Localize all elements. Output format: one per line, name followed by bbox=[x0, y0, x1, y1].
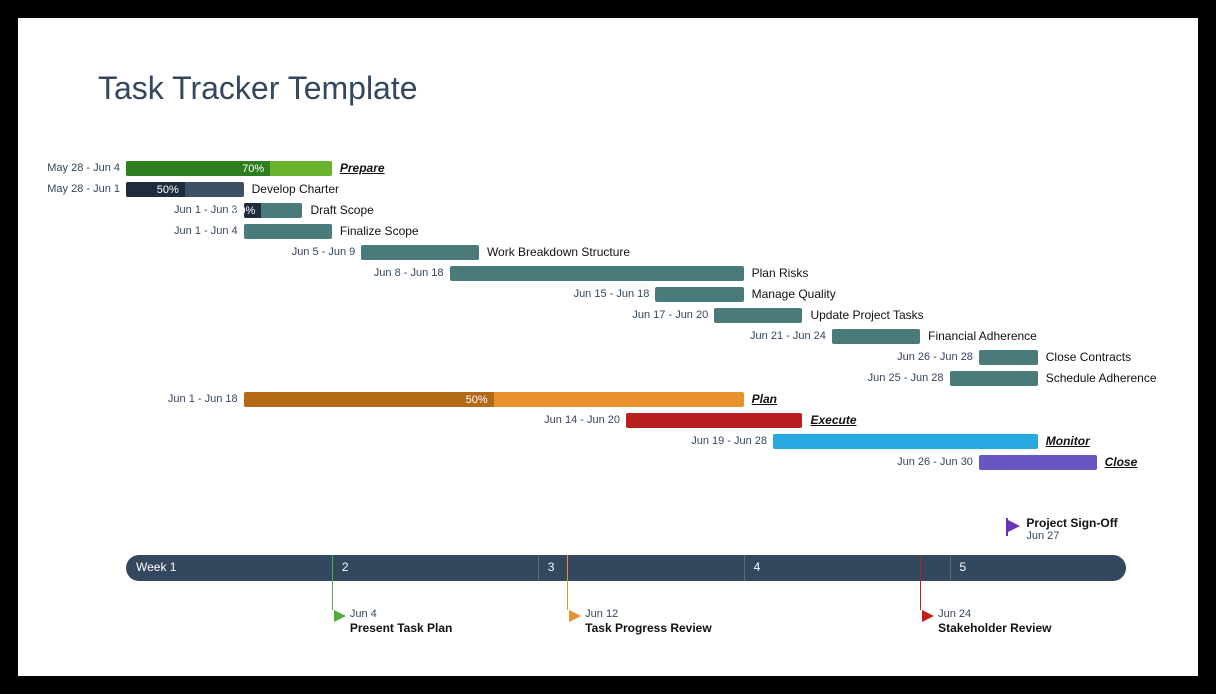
task-date-label: Jun 19 - Jun 28 bbox=[677, 435, 767, 447]
task-bar[interactable] bbox=[450, 266, 744, 281]
task-bar[interactable] bbox=[655, 287, 743, 302]
task-name-label: Schedule Adherence bbox=[1046, 371, 1157, 385]
task-name-label: Close bbox=[1105, 455, 1138, 469]
task-date-label: Jun 26 - Jun 30 bbox=[883, 456, 973, 468]
task-name-label: Draft Scope bbox=[310, 203, 373, 217]
task-date-label: Jun 1 - Jun 4 bbox=[148, 225, 238, 237]
task-date-label: May 28 - Jun 1 bbox=[30, 183, 120, 195]
task-progress: 50% bbox=[126, 182, 185, 197]
task-name-label: Prepare bbox=[340, 161, 385, 175]
task-progress: 50% bbox=[244, 392, 494, 407]
task-bar[interactable] bbox=[244, 224, 332, 239]
timeline-tick bbox=[950, 555, 951, 581]
milestone-label: Present Task Plan bbox=[350, 621, 453, 635]
task-date-label: May 28 - Jun 4 bbox=[30, 162, 120, 174]
task-date-label: Jun 15 - Jun 18 bbox=[559, 288, 649, 300]
task-name-label: Execute bbox=[810, 413, 856, 427]
task-name-label: Work Breakdown Structure bbox=[487, 245, 630, 259]
task-name-label: Plan bbox=[752, 392, 777, 406]
gantt-chart: May 28 - Jun 470%PrepareMay 28 - Jun 150… bbox=[68, 158, 1148, 638]
task-bar[interactable] bbox=[361, 245, 479, 260]
task-row: Jun 17 - Jun 20 Update Project Tasks bbox=[68, 305, 1148, 326]
task-name-label: Finalize Scope bbox=[340, 224, 419, 238]
flag-icon bbox=[1008, 520, 1020, 532]
task-bar[interactable] bbox=[626, 413, 802, 428]
task-row: Jun 8 - Jun 18 Plan Risks bbox=[68, 263, 1148, 284]
task-row: Jun 5 - Jun 9 Work Breakdown Structure bbox=[68, 242, 1148, 263]
task-row: Jun 1 - Jun 3 30% Draft Scope bbox=[68, 200, 1148, 221]
milestone-top[interactable]: Project Sign-OffJun 27 bbox=[1008, 520, 1020, 532]
task-name-label: Plan Risks bbox=[752, 266, 809, 280]
task-name-label: Close Contracts bbox=[1046, 350, 1131, 364]
timeline-week-label: 5 bbox=[960, 560, 967, 574]
task-progress: 30% bbox=[244, 203, 262, 218]
task-date-label: Jun 1 - Jun 3 bbox=[148, 204, 238, 216]
milestone-date: Jun 27 bbox=[1026, 530, 1059, 542]
milestone-date: Jun 4 bbox=[350, 608, 377, 620]
task-row: Jun 19 - Jun 28 Monitor bbox=[68, 431, 1148, 452]
milestone-label: Stakeholder Review bbox=[938, 621, 1051, 635]
milestone-label: Project Sign-Off bbox=[1026, 516, 1117, 530]
task-row: Jun 25 - Jun 28Schedule Adherence bbox=[68, 368, 1148, 389]
task-progress: 70% bbox=[126, 161, 270, 176]
task-row: May 28 - Jun 150%Develop Charter bbox=[68, 179, 1148, 200]
task-date-label: Jun 26 - Jun 28 bbox=[883, 351, 973, 363]
task-name-label: Monitor bbox=[1046, 434, 1090, 448]
flag-icon bbox=[922, 610, 934, 622]
task-bar[interactable] bbox=[773, 434, 1038, 449]
flag-icon bbox=[569, 610, 581, 622]
task-bar[interactable] bbox=[979, 455, 1097, 470]
task-row: Jun 21 - Jun 24 Financial Adherence bbox=[68, 326, 1148, 347]
task-date-label: Jun 14 - Jun 20 bbox=[530, 414, 620, 426]
timeline-week-label: 3 bbox=[548, 560, 555, 574]
task-date-label: Jun 25 - Jun 28 bbox=[854, 372, 944, 384]
milestone-label: Task Progress Review bbox=[585, 621, 712, 635]
task-date-label: Jun 8 - Jun 18 bbox=[354, 267, 444, 279]
task-row: Jun 15 - Jun 18 Manage Quality bbox=[68, 284, 1148, 305]
page-title: Task Tracker Template bbox=[98, 70, 418, 107]
timeline-tick bbox=[744, 555, 745, 581]
task-name-label: Financial Adherence bbox=[928, 329, 1037, 343]
timeline-tick bbox=[538, 555, 539, 581]
task-date-label: Jun 17 - Jun 20 bbox=[618, 309, 708, 321]
task-date-label: Jun 5 - Jun 9 bbox=[265, 246, 355, 258]
task-row: Jun 1 - Jun 4 Finalize Scope bbox=[68, 221, 1148, 242]
page: Task Tracker Template May 28 - Jun 4 70% P… bbox=[18, 18, 1198, 676]
milestone-date: Jun 12 bbox=[585, 608, 618, 620]
task-bar[interactable] bbox=[950, 371, 1038, 386]
task-row: Jun 26 - Jun 30 Close bbox=[68, 452, 1148, 473]
task-row: Jun 1 - Jun 18 50% Plan bbox=[68, 389, 1148, 410]
task-name-label: Develop Charter bbox=[252, 182, 339, 196]
milestone-date: Jun 24 bbox=[938, 608, 971, 620]
task-row: Jun 26 - Jun 28 Close Contracts bbox=[68, 347, 1148, 368]
task-bar[interactable] bbox=[979, 350, 1038, 365]
task-name-label: Update Project Tasks bbox=[810, 308, 923, 322]
timeline-week-label: Week 1 bbox=[136, 560, 176, 574]
timeline-axis: Week 1 2 3 4 5 bbox=[126, 555, 1126, 581]
task-bar[interactable] bbox=[832, 329, 920, 344]
task-bar[interactable] bbox=[714, 308, 802, 323]
task-row: Jun 14 - Jun 20 Execute bbox=[68, 410, 1148, 431]
task-date-label: Jun 21 - Jun 24 bbox=[736, 330, 826, 342]
timeline-week-label: 2 bbox=[342, 560, 349, 574]
task-row: May 28 - Jun 470%Prepare bbox=[68, 158, 1148, 179]
task-date-label: Jun 1 - Jun 18 bbox=[148, 393, 238, 405]
task-name-label: Manage Quality bbox=[752, 287, 836, 301]
timeline-week-label: 4 bbox=[754, 560, 761, 574]
flag-icon bbox=[334, 610, 346, 622]
